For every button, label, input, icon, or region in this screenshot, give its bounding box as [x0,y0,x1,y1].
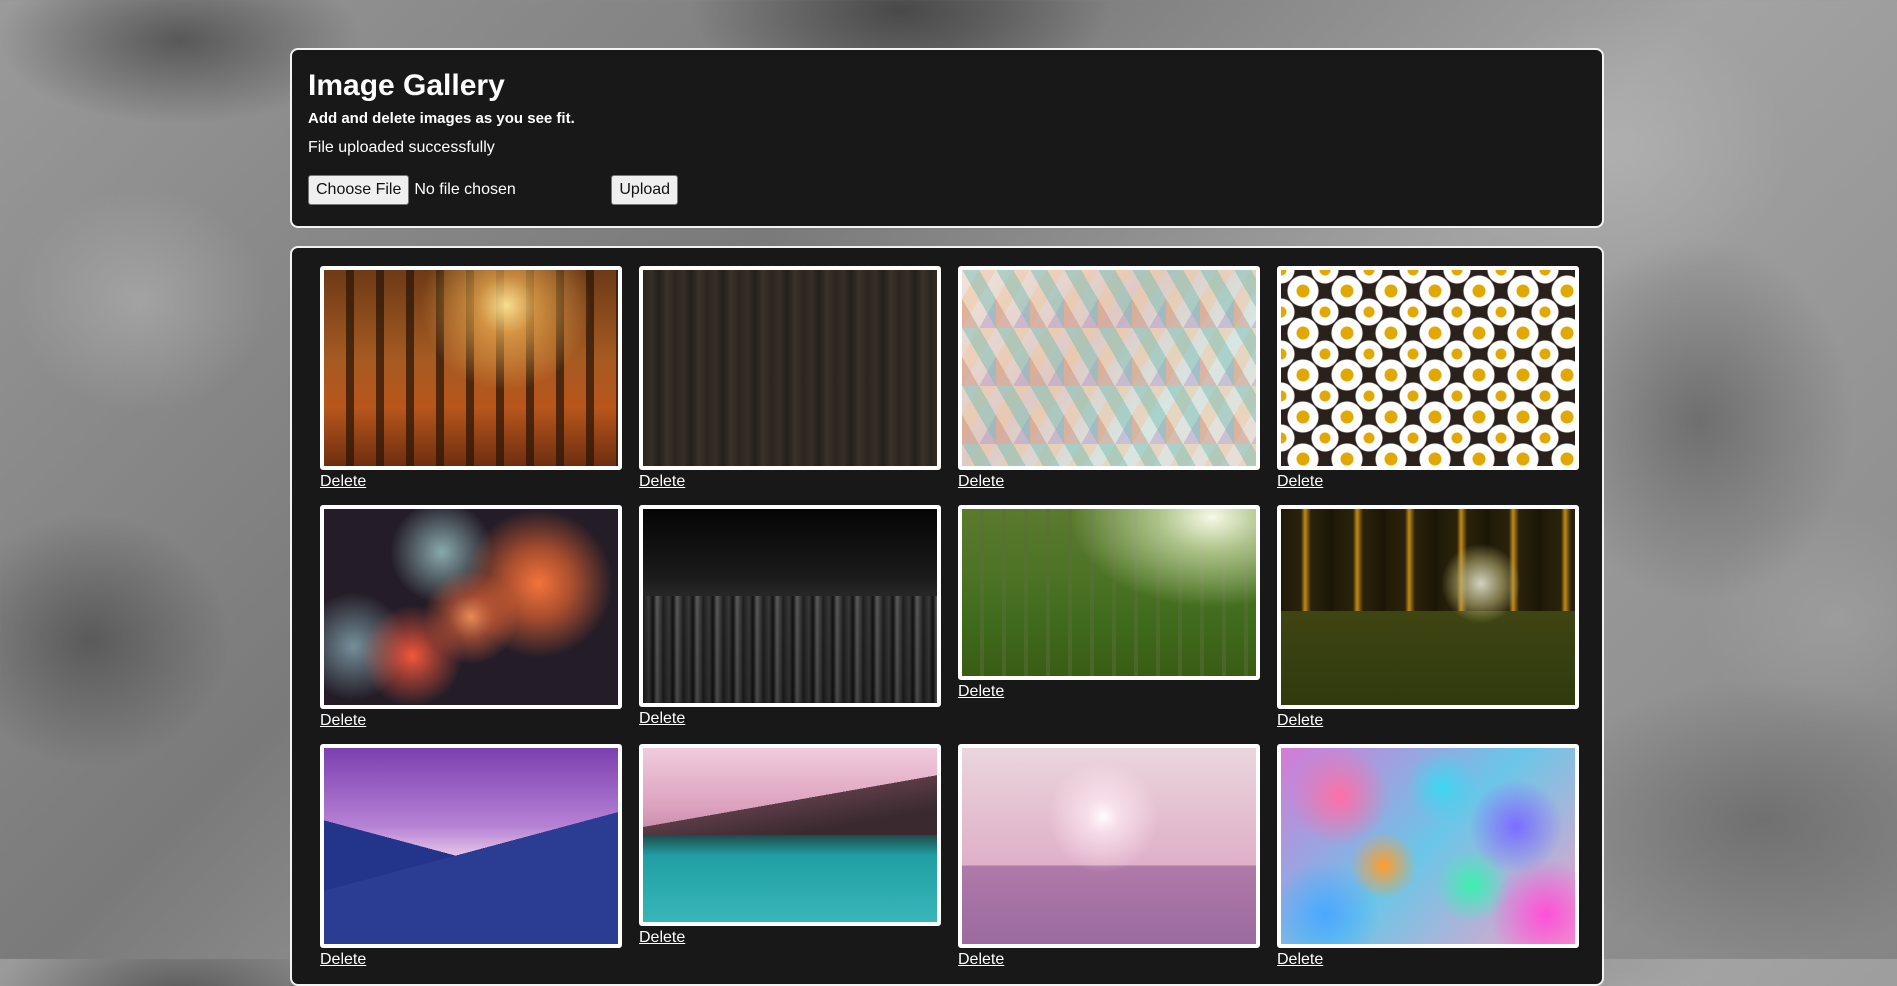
pink-city-image [958,744,1260,948]
gallery-item: Delete [639,266,941,491]
file-chosen-status: No file chosen [414,181,516,198]
upload-status-message: File uploaded successfully [308,139,495,156]
gallery-item: Delete [639,505,941,728]
delete-link[interactable]: Delete [958,473,1004,491]
page-title: Image Gallery [308,69,505,102]
mountain-lake-image [639,744,941,926]
delete-link[interactable]: Delete [320,951,366,969]
gallery-item: Delete [320,744,622,969]
dark-wood-image [639,266,941,470]
green-forest-image [958,505,1260,680]
delete-link[interactable]: Delete [320,712,366,730]
upload-form: Choose File No file chosen Upload [308,175,1586,205]
delete-link[interactable]: Delete [1277,712,1323,730]
delete-link[interactable]: Delete [958,951,1004,969]
glass-ball-image [1277,505,1579,709]
image-grid: Delete Delete Delete Delete Delete Delet… [320,266,1579,969]
gallery-item: Delete [320,505,622,730]
delete-link[interactable]: Delete [639,710,685,728]
delete-link[interactable]: Delete [639,473,685,491]
gallery-item: Delete [958,505,1260,701]
delete-link[interactable]: Delete [320,473,366,491]
page-subtitle: Add and delete images as you see fit. [308,110,575,127]
night-city-image [639,505,941,707]
gallery-item: Delete [1277,266,1579,491]
pastel-mosaic-image [958,266,1260,470]
delete-link[interactable]: Delete [1277,951,1323,969]
gallery-item: Delete [958,266,1260,491]
forest-sunlight-image [320,266,622,470]
gallery-item: Delete [1277,744,1579,969]
purple-mountains-image [320,744,622,948]
header-panel: Image Gallery Add and delete images as y… [290,48,1604,228]
gallery-item: Delete [958,744,1260,969]
gallery-item: Delete [639,744,941,947]
upload-button[interactable]: Upload [611,175,679,205]
delete-link[interactable]: Delete [958,683,1004,701]
bokeh-image [1277,744,1579,948]
delete-link[interactable]: Delete [639,929,685,947]
gallery-panel: Delete Delete Delete Delete Delete Delet… [290,246,1604,986]
gallery-item: Delete [1277,505,1579,730]
fireworks-image [320,505,622,709]
choose-file-button[interactable]: Choose File [308,175,410,205]
delete-link[interactable]: Delete [1277,473,1323,491]
gallery-item: Delete [320,266,622,491]
daisies-image [1277,266,1579,470]
